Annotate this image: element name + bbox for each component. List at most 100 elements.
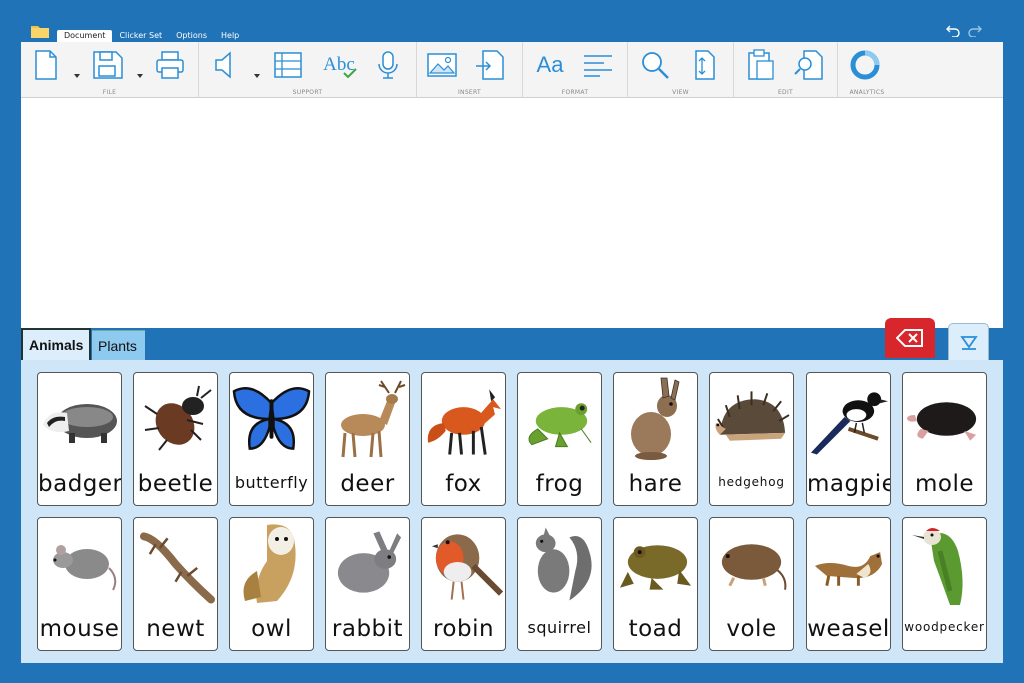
- undo-icon[interactable]: [946, 22, 960, 38]
- cell-mole[interactable]: mole: [902, 372, 987, 506]
- font-button[interactable]: Aa: [533, 48, 567, 82]
- newt-picture: [136, 521, 215, 607]
- cell-label: vole: [726, 616, 777, 642]
- document-area[interactable]: [21, 98, 1003, 328]
- align-button[interactable]: [581, 48, 615, 82]
- menu-tab-clicker-set[interactable]: Clicker Set: [112, 30, 169, 42]
- owl-picture: [232, 521, 311, 607]
- ribbon-group-support: Abc SUPPORT: [199, 42, 417, 98]
- ribbon-group-insert: INSERT: [417, 42, 523, 98]
- cell-owl[interactable]: owl: [229, 517, 314, 651]
- cell-label: weasel: [807, 616, 890, 642]
- cell-hedgehog[interactable]: hedgehog: [709, 372, 794, 506]
- hare-picture: [616, 376, 695, 462]
- delete-button[interactable]: [885, 318, 935, 358]
- ribbon-group-analytics: ANALYTICS: [838, 42, 896, 98]
- tab-plants[interactable]: Plants: [92, 330, 145, 360]
- menu-tab-document[interactable]: Document: [57, 30, 113, 42]
- print-button[interactable]: [153, 48, 187, 82]
- cell-label: butterfly: [234, 473, 309, 492]
- frog-picture: [520, 376, 599, 462]
- group-label-support: SUPPORT: [292, 89, 323, 96]
- mouse-picture: [40, 521, 119, 607]
- cell-label: owl: [251, 616, 292, 642]
- cell-newt[interactable]: newt: [133, 517, 218, 651]
- mole-picture: [905, 376, 984, 462]
- cell-label: beetle: [137, 471, 214, 497]
- group-label-insert: INSERT: [457, 89, 482, 96]
- page-view-button[interactable]: [688, 48, 722, 82]
- cell-label: magpie: [807, 471, 891, 497]
- group-label-view: VIEW: [672, 89, 689, 96]
- cell-beetle[interactable]: beetle: [133, 372, 218, 506]
- cell-rabbit[interactable]: rabbit: [325, 517, 410, 651]
- ribbon-group-format: Aa FORMAT: [523, 42, 628, 98]
- squirrel-picture: [520, 521, 599, 607]
- cell-label: robin: [432, 616, 495, 642]
- save-button[interactable]: [91, 48, 125, 82]
- insert-picture-button[interactable]: [425, 48, 459, 82]
- analytics-button[interactable]: [848, 48, 882, 82]
- ribbon-toolbar: FILE Abc SUPPORT INSERT Aa FORMAT VIEW E…: [21, 42, 1003, 98]
- redo-icon[interactable]: [968, 22, 982, 38]
- triangle-down-icon: [959, 336, 978, 350]
- cell-mouse[interactable]: mouse: [37, 517, 122, 651]
- group-label-format: FORMAT: [561, 89, 589, 96]
- cell-label: toad: [628, 616, 683, 642]
- butterfly-picture: [232, 376, 311, 462]
- robin-picture: [424, 521, 503, 607]
- cell-squirrel[interactable]: squirrel: [517, 517, 602, 651]
- new-document-button[interactable]: [29, 48, 63, 82]
- cell-deer[interactable]: deer: [325, 372, 410, 506]
- collapse-button[interactable]: [948, 323, 989, 360]
- title-bar: Document Clicker Set Options Help: [0, 0, 1024, 42]
- cell-toad[interactable]: toad: [613, 517, 698, 651]
- cell-label: squirrel: [527, 618, 592, 637]
- cell-woodpecker[interactable]: woodpecker: [902, 517, 987, 651]
- menu-tab-options[interactable]: Options: [169, 30, 214, 42]
- cell-label: hare: [628, 471, 683, 497]
- undo-redo: [946, 22, 982, 38]
- folder-icon[interactable]: [31, 23, 49, 38]
- cell-label: mole: [914, 471, 975, 497]
- deer-picture: [328, 376, 407, 462]
- weasel-picture: [809, 521, 888, 607]
- vole-picture: [712, 521, 791, 607]
- insert-file-button[interactable]: [473, 48, 507, 82]
- cell-magpie[interactable]: magpie: [806, 372, 891, 506]
- cell-butterfly[interactable]: butterfly: [229, 372, 314, 506]
- hedgehog-picture: [712, 376, 791, 462]
- menu-tabs: Document Clicker Set Options Help: [57, 30, 246, 42]
- set-tab-strip: Animals Plants: [21, 318, 1003, 360]
- microphone-button[interactable]: [371, 48, 405, 82]
- cell-label: deer: [340, 471, 395, 497]
- beetle-picture: [136, 376, 215, 462]
- cell-hare[interactable]: hare: [613, 372, 698, 506]
- magpie-picture: [809, 376, 888, 462]
- cell-vole[interactable]: vole: [709, 517, 794, 651]
- toad-picture: [616, 521, 695, 607]
- new-dropdown-icon[interactable]: [73, 64, 81, 78]
- cell-weasel[interactable]: weasel: [806, 517, 891, 651]
- cell-label: hedgehog: [718, 475, 785, 489]
- list-button[interactable]: [271, 48, 305, 82]
- cell-label: frog: [535, 471, 584, 497]
- speaker-button[interactable]: [209, 48, 243, 82]
- find-button[interactable]: [792, 48, 826, 82]
- speaker-dropdown-icon[interactable]: [253, 64, 261, 78]
- cell-badger[interactable]: badger: [37, 372, 122, 506]
- cell-label: badger: [38, 471, 122, 497]
- cell-fox[interactable]: fox: [421, 372, 506, 506]
- font-label: Aa: [536, 52, 564, 77]
- tab-animals[interactable]: Animals: [21, 328, 91, 360]
- cell-frog[interactable]: frog: [517, 372, 602, 506]
- cell-label: woodpecker: [904, 620, 985, 634]
- menu-tab-help[interactable]: Help: [214, 30, 246, 42]
- paste-button[interactable]: [744, 48, 778, 82]
- clicker-grid: badger beetle butterfly deer fox frog ha…: [21, 360, 1003, 663]
- cell-label: mouse: [39, 616, 120, 642]
- zoom-button[interactable]: [638, 48, 672, 82]
- cell-robin[interactable]: robin: [421, 517, 506, 651]
- save-dropdown-icon[interactable]: [136, 64, 144, 78]
- spellcheck-button[interactable]: Abc: [321, 48, 357, 82]
